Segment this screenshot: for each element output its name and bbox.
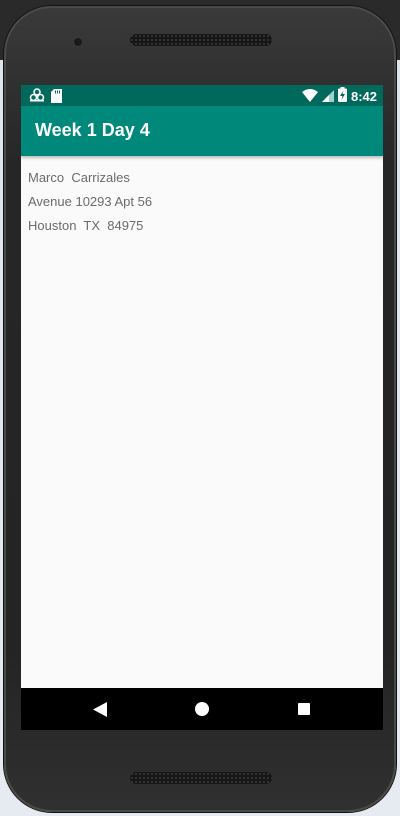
- app-bar: Week 1 Day 4: [21, 106, 383, 156]
- signal-icon: [321, 87, 334, 106]
- navigation-bar: [21, 688, 383, 730]
- back-icon[interactable]: [93, 702, 107, 721]
- bottom-speaker: [130, 772, 272, 784]
- status-time: 8:42: [350, 89, 377, 104]
- debug-icon: [29, 87, 45, 107]
- name-text: Marco Carrizales: [28, 170, 130, 185]
- home-icon[interactable]: [195, 702, 209, 716]
- earpiece-speaker: [130, 34, 272, 46]
- battery-charging-icon: [337, 87, 347, 106]
- status-bar: 8:42: [21, 85, 383, 106]
- front-camera: [74, 38, 82, 46]
- street-text: Avenue 10293 Apt 56: [28, 194, 153, 209]
- sd-card-icon: [51, 88, 62, 107]
- address-content: Marco Carrizales Avenue 10293 Apt 56 Hou…: [28, 169, 152, 241]
- phone-screen: 8:42 Week 1 Day 4 Marco Carrizales Avenu…: [21, 85, 383, 730]
- recents-icon[interactable]: [298, 703, 310, 715]
- wifi-icon: [301, 87, 318, 106]
- city-text: Houston TX 84975: [28, 218, 144, 233]
- app-title: Week 1 Day 4: [35, 120, 150, 140]
